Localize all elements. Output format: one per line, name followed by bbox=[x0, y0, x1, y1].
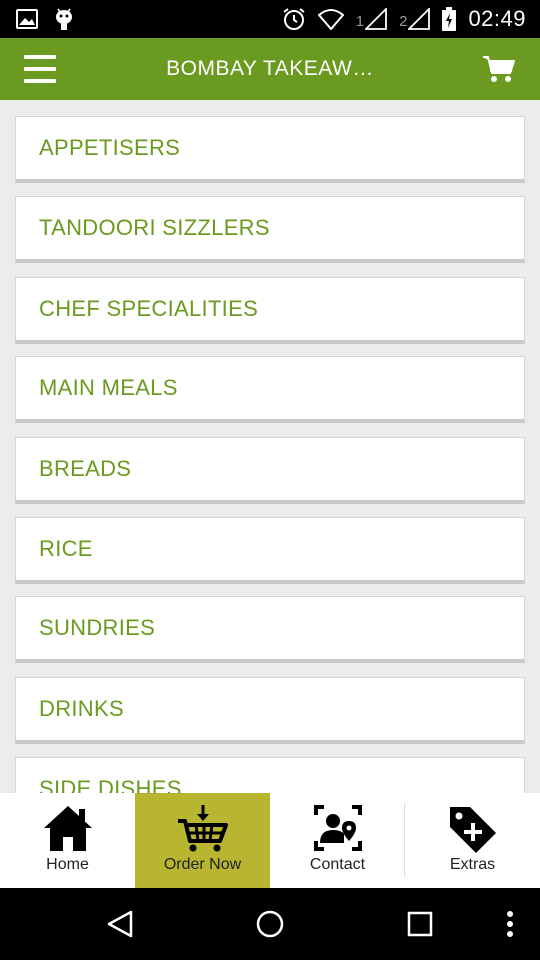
category-label: CHEF SPECIALITIES bbox=[39, 296, 259, 321]
category-item-side-dishes[interactable]: SIDE DISHES bbox=[15, 757, 525, 793]
contact-icon bbox=[313, 805, 362, 851]
category-list: APPETISERS TANDOORI SIZZLERS CHEF SPECIA… bbox=[0, 100, 540, 793]
order-basket-icon bbox=[177, 805, 228, 852]
cart-icon[interactable] bbox=[482, 54, 516, 84]
alarm-icon bbox=[283, 8, 305, 30]
recents-button[interactable] bbox=[380, 888, 460, 960]
app-bar: BOMBAY TAKEAW… bbox=[0, 38, 540, 100]
overflow-menu-button[interactable] bbox=[470, 888, 540, 960]
category-label: SUNDRIES bbox=[39, 615, 156, 640]
tab-label: Contact bbox=[309, 856, 366, 873]
category-item-appetisers[interactable]: APPETISERS bbox=[15, 116, 525, 183]
signal-icon-sim2: 2 bbox=[399, 8, 431, 30]
sim1-label: 1 bbox=[355, 13, 365, 30]
home-button[interactable] bbox=[230, 888, 310, 960]
back-icon bbox=[107, 910, 133, 938]
system-nav-bar bbox=[0, 888, 540, 960]
sim2-label: 2 bbox=[399, 13, 408, 30]
tab-divider bbox=[404, 803, 405, 877]
status-bar: 1 2 02:49 bbox=[0, 0, 540, 38]
category-label: MAIN MEALS bbox=[39, 375, 178, 400]
category-item-rice[interactable]: RICE bbox=[15, 517, 525, 584]
app-title: BOMBAY TAKEAW… bbox=[166, 57, 374, 80]
status-time: 02:49 bbox=[468, 6, 526, 31]
category-label: TANDOORI SIZZLERS bbox=[39, 215, 270, 240]
more-vertical-icon bbox=[507, 911, 513, 937]
home-icon bbox=[43, 806, 92, 851]
tab-label: Order Now bbox=[163, 856, 242, 873]
signal-icon-sim1: 1 bbox=[356, 8, 387, 30]
tag-plus-icon bbox=[449, 807, 496, 853]
category-item-chef-specialities[interactable]: CHEF SPECIALITIES bbox=[15, 277, 525, 344]
category-item-sundries[interactable]: SUNDRIES bbox=[15, 596, 525, 663]
category-label: BREADS bbox=[39, 456, 132, 481]
category-item-drinks[interactable]: DRINKS bbox=[15, 677, 525, 744]
hamburger-icon[interactable] bbox=[24, 55, 56, 83]
category-item-breads[interactable]: BREADS bbox=[15, 437, 525, 504]
category-item-tandoori-sizzlers[interactable]: TANDOORI SIZZLERS bbox=[15, 196, 525, 263]
tab-home[interactable]: Home bbox=[0, 793, 135, 888]
tab-extras[interactable]: Extras bbox=[405, 793, 540, 888]
android-icon bbox=[56, 8, 72, 30]
category-label: RICE bbox=[39, 536, 93, 561]
category-item-main-meals[interactable]: MAIN MEALS bbox=[15, 356, 525, 423]
circle-home-icon bbox=[256, 910, 284, 938]
category-label: SIDE DISHES bbox=[39, 776, 182, 793]
wifi-icon bbox=[317, 9, 344, 30]
image-icon bbox=[16, 9, 38, 29]
bottom-nav: Home Order Now Contact Extras bbox=[0, 793, 540, 888]
battery-icon bbox=[442, 7, 457, 31]
tab-order-now[interactable]: Order Now bbox=[135, 793, 270, 888]
category-label: DRINKS bbox=[39, 696, 124, 721]
category-label: APPETISERS bbox=[39, 135, 181, 160]
tab-label: Extras bbox=[449, 856, 496, 873]
tab-label: Home bbox=[46, 856, 89, 873]
recents-icon bbox=[407, 911, 433, 937]
back-button[interactable] bbox=[80, 888, 160, 960]
tab-contact[interactable]: Contact bbox=[270, 793, 405, 888]
